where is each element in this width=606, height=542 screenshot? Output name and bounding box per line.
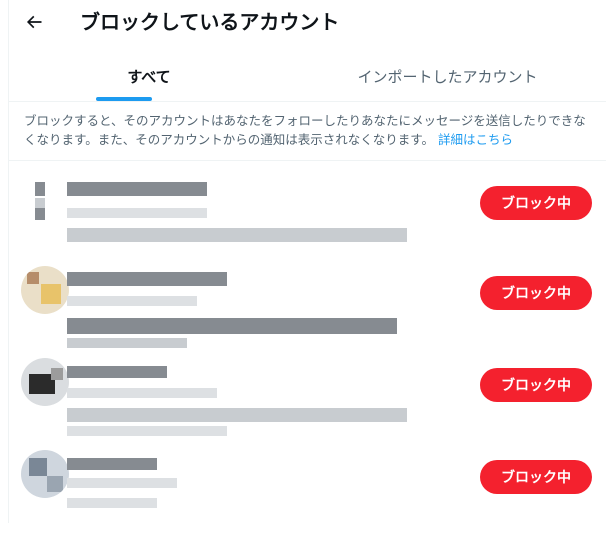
blocked-account-row[interactable]: ブロック中 [9,176,606,268]
pixelated-bio [67,228,407,242]
blocked-account-row[interactable]: ブロック中 [9,358,606,450]
tab-bar: すべて インポートしたアカウント [9,52,606,102]
description: ブロックすると、そのアカウントはあなたをフォローしたりあなたにメッセージを送信し… [24,111,594,149]
pixelated-bio [67,408,407,422]
pixelated-block [29,458,47,476]
pixelated-bio [67,426,227,436]
block-button[interactable]: ブロック中 [480,368,592,402]
pixelated-bio [67,338,187,348]
learn-more-link[interactable]: 詳細はこちら [438,132,513,147]
pixelated-block [51,368,63,380]
pixelated-bio [67,318,397,334]
pixelated-block [27,272,39,284]
pixelated-bio [67,498,157,508]
pixelated-name [67,458,157,470]
pixelated-name [67,182,207,196]
back-button[interactable] [20,8,48,36]
block-button[interactable]: ブロック中 [480,460,592,494]
pixelated-block [35,182,45,196]
pixelated-block [35,208,45,220]
pixelated-name [67,366,167,378]
tab-all[interactable]: すべて [9,52,289,101]
avatar [21,176,69,224]
header: ブロックしているアカウント [0,0,606,44]
active-tab-indicator [96,97,152,101]
page-title: ブロックしているアカウント [80,10,340,34]
pixelated-handle [67,388,217,398]
blocked-accounts-page: ブロックしているアカウント すべて インポートしたアカウント ブロックすると、そ… [0,0,606,523]
pixelated-handle [67,296,197,306]
block-button[interactable]: ブロック中 [480,276,592,310]
avatar [21,450,69,498]
blocked-account-row[interactable]: ブロック中 [9,266,606,358]
blocked-account-row[interactable]: ブロック中 [9,450,606,542]
pixelated-handle [67,478,177,488]
avatar [21,358,69,406]
avatar [21,266,69,314]
divider [9,160,606,161]
pixelated-block [41,284,61,304]
tab-imported-accounts[interactable]: インポートしたアカウント [289,52,606,101]
arrow-left-icon [26,15,42,29]
pixelated-block [47,476,63,492]
block-button[interactable]: ブロック中 [480,186,592,220]
pixelated-handle [67,208,207,218]
pixelated-name [67,272,227,286]
pixelated-block [35,198,45,208]
